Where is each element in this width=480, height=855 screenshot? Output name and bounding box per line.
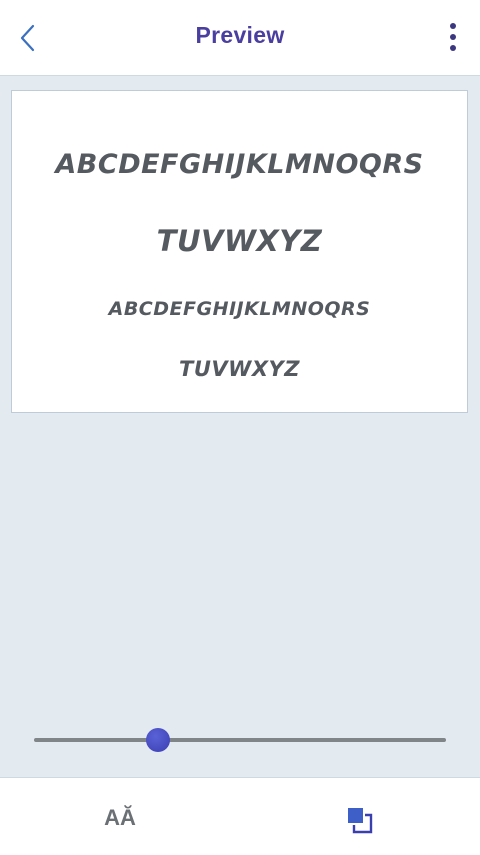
preview-line-3: ABCDEFGHIJKLMNOQRS [108,298,371,320]
more-vertical-icon [450,23,456,29]
bottom-toolbar: AĂ [0,777,480,855]
slider-track [34,738,446,742]
preview-line-1: ABCDEFGHIJKLMNOQRS [55,149,424,180]
top-app-bar: Preview [0,0,480,76]
font-size-slider[interactable] [34,725,446,755]
layers-color-icon [348,808,373,834]
preview-line-4: TUVWXYZ [179,357,300,381]
color-button[interactable] [342,802,378,838]
preview-line-2: TUVWXYZ [156,224,323,258]
page-title: Preview [195,22,285,48]
font-preview-card: ABCDEFGHIJKLMNOQRS TUVWXYZ ABCDEFGHIJKLM… [11,90,468,413]
font-style-button[interactable]: AĂ [100,802,140,834]
more-options-button[interactable] [446,20,460,54]
slider-thumb[interactable] [145,728,170,752]
